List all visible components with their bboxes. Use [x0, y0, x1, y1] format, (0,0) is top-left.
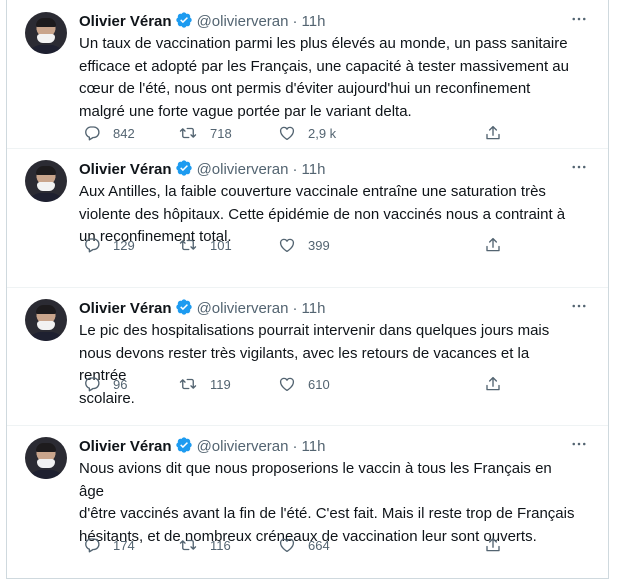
like-button[interactable]: 664 — [278, 535, 330, 555]
retweet-icon — [178, 375, 198, 393]
more-options-icon[interactable] — [568, 297, 590, 317]
separator-dot: · — [292, 13, 298, 30]
avatar-hair — [36, 305, 56, 314]
share-button[interactable] — [484, 123, 502, 143]
retweet-icon — [178, 236, 198, 254]
retweet-button[interactable]: 101 — [178, 235, 232, 255]
tweet-text: Un taux de vaccination parmi les plus él… — [79, 35, 569, 120]
tweet-timestamp[interactable]: 11h — [302, 13, 326, 30]
retweet-count: 101 — [210, 237, 232, 253]
author-avatar[interactable] — [25, 299, 67, 341]
author-name[interactable]: Olivier Véran — [79, 300, 172, 317]
tweet-actions: 842 718 2,9 k — [79, 123, 578, 143]
like-button[interactable]: 399 — [278, 235, 330, 255]
share-button[interactable] — [484, 535, 502, 555]
more-options-icon[interactable] — [568, 10, 590, 30]
author-handle[interactable]: @olivierveran — [197, 300, 289, 317]
reply-count: 96 — [113, 376, 128, 392]
share-icon — [484, 536, 502, 554]
like-button[interactable]: 610 — [278, 374, 330, 394]
like-button[interactable]: 2,9 k — [278, 123, 336, 143]
tweet[interactable]: Olivier Véran @olivierveran · 11h Aux Antil… — [7, 148, 608, 288]
share-icon — [484, 124, 502, 142]
avatar-shoulders — [27, 470, 65, 479]
share-button[interactable] — [484, 235, 502, 255]
retweet-button[interactable]: 116 — [178, 535, 231, 555]
reply-count: 842 — [113, 125, 135, 141]
avatar-shoulders — [27, 193, 65, 202]
tweet-actions: 96 119 610 — [79, 374, 578, 394]
tweet[interactable]: Olivier Véran @olivierveran · 11h Nous avio… — [7, 425, 608, 579]
retweet-button[interactable]: 119 — [178, 374, 231, 394]
reply-icon — [83, 536, 101, 554]
tweet-actions: 174 116 664 — [79, 535, 578, 555]
author-name[interactable]: Olivier Véran — [79, 13, 172, 30]
like-count: 399 — [308, 237, 330, 253]
like-count: 664 — [308, 537, 330, 553]
reply-icon — [83, 124, 101, 142]
reply-button[interactable]: 174 — [83, 535, 135, 555]
tweet-thread: Olivier Véran @olivierveran · 11h Un taux d… — [6, 0, 609, 579]
tweet-timestamp[interactable]: 11h — [302, 161, 326, 178]
tweet-timestamp[interactable]: 11h — [302, 438, 326, 455]
avatar-mask — [37, 182, 55, 191]
author-handle[interactable]: @olivierveran — [197, 438, 289, 455]
tweet[interactable]: Olivier Véran @olivierveran · 11h Un taux d… — [7, 0, 608, 149]
more-options-icon[interactable] — [568, 435, 590, 455]
author-avatar[interactable] — [25, 160, 67, 202]
tweet-timestamp[interactable]: 11h — [302, 300, 326, 317]
author-avatar[interactable] — [25, 12, 67, 54]
separator-dot: · — [292, 161, 298, 178]
heart-icon — [278, 236, 296, 254]
author-handle[interactable]: @olivierveran — [197, 13, 289, 30]
retweet-icon — [178, 536, 198, 554]
author-name[interactable]: Olivier Véran — [79, 161, 172, 178]
heart-icon — [278, 536, 296, 554]
avatar-shoulders — [27, 332, 65, 341]
share-icon — [484, 236, 502, 254]
tweet-header: Olivier Véran @olivierveran · 11h — [79, 159, 608, 181]
more-options-icon[interactable] — [568, 158, 590, 178]
reply-count: 129 — [113, 237, 135, 253]
author-name[interactable]: Olivier Véran — [79, 438, 172, 455]
share-icon — [484, 375, 502, 393]
tweet-header: Olivier Véran @olivierveran · 11h — [79, 11, 608, 33]
avatar-hair — [36, 166, 56, 175]
retweet-count: 116 — [210, 537, 231, 553]
like-count: 610 — [308, 376, 330, 392]
separator-dot: · — [292, 438, 298, 455]
share-button[interactable] — [484, 374, 502, 394]
heart-icon — [278, 124, 296, 142]
reply-button[interactable]: 129 — [83, 235, 135, 255]
author-handle[interactable]: @olivierveran — [197, 161, 289, 178]
reply-icon — [83, 236, 101, 254]
heart-icon — [278, 375, 296, 393]
avatar-hair — [36, 443, 56, 452]
avatar-mask — [37, 321, 55, 330]
avatar-mask — [37, 459, 55, 468]
reply-button[interactable]: 842 — [83, 123, 135, 143]
avatar-mask — [37, 34, 55, 43]
reply-button[interactable]: 96 — [83, 374, 127, 394]
retweet-button[interactable]: 718 — [178, 123, 232, 143]
tweet-actions: 129 101 399 — [79, 235, 578, 255]
like-count: 2,9 k — [308, 125, 337, 141]
tweet[interactable]: Olivier Véran @olivierveran · 11h Le pic de… — [7, 287, 608, 426]
tweet-header: Olivier Véran @olivierveran · 11h — [79, 298, 608, 320]
author-avatar[interactable] — [25, 437, 67, 479]
retweet-count: 119 — [210, 376, 231, 392]
retweet-icon — [178, 124, 198, 142]
reply-count: 174 — [113, 537, 135, 553]
tweet-header: Olivier Véran @olivierveran · 11h — [79, 436, 608, 458]
avatar-shoulders — [27, 45, 65, 54]
avatar-hair — [36, 18, 56, 27]
tweet-text: Le pic des hospitalisations pourrait int… — [79, 322, 550, 407]
separator-dot: · — [292, 300, 298, 317]
reply-icon — [83, 375, 101, 393]
retweet-count: 718 — [210, 125, 232, 141]
